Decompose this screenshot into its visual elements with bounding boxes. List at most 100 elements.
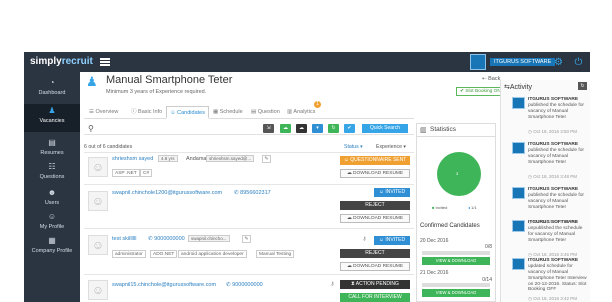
activity-text: updated schedule for vacancy of Manual S… <box>528 264 587 293</box>
pie-slice-label: 3 <box>456 171 459 176</box>
company-name[interactable]: ITGURUS SOFTWARE <box>490 58 556 66</box>
question-icon: ▤ <box>251 109 258 115</box>
refresh-icon[interactable]: ↻ <box>578 82 587 90</box>
sidebar-item-company-profile[interactable]: ▦ Company Profile <box>24 236 80 266</box>
status-badge[interactable]: ☺ INVITED <box>374 188 410 197</box>
vacancy-icon: ♟ <box>48 106 56 115</box>
activity-company: ITGURUS SOFTWARE <box>528 142 579 147</box>
statistics-pie-chart[interactable] <box>437 152 481 196</box>
edit-icon[interactable]: ✎ <box>262 155 271 163</box>
brand-logo[interactable]: simplyrecruit <box>30 56 93 67</box>
candidate-name[interactable]: test skillllll <box>112 236 136 242</box>
activity-time: ◷ Oct 18, 2016 3:50 PM <box>528 129 577 134</box>
tab-analytics[interactable]: ▥ Analytics <box>284 106 318 118</box>
reject-button[interactable]: REJECT <box>340 249 410 258</box>
activity-text: published the schedule for vacancy of Ma… <box>528 148 585 165</box>
skill-tag: C# <box>140 169 153 177</box>
hamburger-menu-icon[interactable] <box>100 58 110 66</box>
skill-tag: Manual Testing <box>256 250 295 258</box>
app-window: simplyrecruit ITGURUS SOFTWARE ⚙ ⏻ ◔ Dash… <box>0 0 612 302</box>
users-icon: ☻ <box>47 188 57 197</box>
vacancy-icon: ♟ <box>86 74 98 89</box>
page-subtitle: Minimum 3 years of Experience required. <box>106 89 207 95</box>
sidebar-item-my-profile[interactable]: ☺ My Profile <box>24 212 80 232</box>
phone-number: ✆ 8956602317 <box>234 190 271 196</box>
sidebar-item-questions[interactable]: ☷ Questions <box>24 162 80 182</box>
tab-candidates[interactable]: ☺ Candidates <box>166 106 209 119</box>
sidebar-item-users[interactable]: ☻ Users <box>24 188 80 208</box>
contact-text: swapnil.chincho... <box>188 235 230 242</box>
tab-basic-info[interactable]: ⓘ Basic Info <box>128 106 165 118</box>
sort-experience-dropdown[interactable]: Experience ▾ <box>376 144 406 150</box>
edit-icon[interactable]: ✎ <box>242 235 251 243</box>
legend-invited: ■ Invited <box>432 205 448 210</box>
company-logo-icon <box>470 54 486 70</box>
info-icon: ⓘ <box>131 109 139 115</box>
sidebar-item-resumes[interactable]: ▤ Resumes <box>24 138 80 158</box>
question-icon: ☷ <box>48 162 56 171</box>
candidate-card[interactable]: ☺ test skillllll ✆ 9000000000 swapnil.ch… <box>84 228 414 274</box>
tab-overview[interactable]: ☰ Overview <box>86 106 121 118</box>
activity-text: published the schedule for vacancy of Ma… <box>528 193 585 210</box>
activity-item: ITGURUS SOFTWARE published the schedule … <box>512 97 588 139</box>
activity-title: ⇆Activity <box>504 84 533 91</box>
chevron-down-icon: ▾ <box>358 144 363 150</box>
call-for-interview-button[interactable]: CALL FOR INTERVIEW <box>340 293 410 302</box>
candidate-email[interactable]: swapnil.chinchole1200@itgurussoftware.co… <box>112 190 222 196</box>
activity-company: ITGURUS SOFTWARE <box>528 97 579 102</box>
cloud-upload-icon[interactable]: ☁ <box>296 124 307 133</box>
download-resume-button[interactable]: ☁ DOWNLOAD RESUME <box>340 169 410 178</box>
activity-text: published the schedule for vacancy of Ma… <box>528 103 585 120</box>
view-download-button[interactable]: VIEW & DOWNLOAD <box>422 257 490 265</box>
filter-icon[interactable]: ▾ <box>312 124 323 133</box>
confirmed-progress-bar <box>422 251 490 255</box>
sidebar-item-label: Resumes <box>40 150 64 156</box>
cloud-download-icon[interactable]: ☁ <box>280 124 291 133</box>
profile-icon: ☺ <box>47 212 57 221</box>
contact-text: shrieshsm.sayed@... <box>206 155 255 162</box>
activity-company: ITGURUS SOFTWARE <box>528 187 579 192</box>
company-icon: ▦ <box>48 236 56 245</box>
sidebar-item-vacancies[interactable]: ♟ Vacancies <box>24 104 80 132</box>
sidebar-item-label: My Profile <box>39 224 65 230</box>
back-link[interactable]: ⇠ Back <box>482 76 500 82</box>
tab-question[interactable]: ▤ Question <box>248 106 283 118</box>
reject-button[interactable]: REJECT <box>340 201 410 210</box>
status-badge[interactable]: ☺ QUESTIONNAIRE SENT <box>340 156 410 165</box>
download-resume-button[interactable]: ☁ DOWNLOAD RESUME <box>340 214 410 223</box>
page-title: Manual Smartphone Teter <box>106 74 233 86</box>
settings-gear-icon[interactable]: ⚙ <box>553 57 564 68</box>
search-icon[interactable]: ⚲ <box>88 124 94 133</box>
candidate-card[interactable]: ☺ swapnil15.chinchole@itgurussoftware.co… <box>84 274 414 302</box>
sort-status-dropdown[interactable]: Status ▾ <box>344 144 363 150</box>
activity-item: ITGURUS SOFTWARE published the schedule … <box>512 142 588 184</box>
sidebar-item-label: Vacancies <box>39 118 65 124</box>
candidate-card[interactable]: ☺ swapnil.chinchole1200@itgurussoftware.… <box>84 184 414 228</box>
statistics-icon: ▥ <box>420 127 427 134</box>
sidebar-item-label: Dashboard <box>38 90 66 96</box>
calendar-icon: ▦ <box>213 109 220 115</box>
refresh-icon[interactable]: ↻ <box>328 124 339 133</box>
phone-number: ✆ 9000000000 <box>148 236 185 242</box>
confirmed-progress-bar <box>422 283 490 287</box>
status-badge[interactable]: ☺ INVITED <box>374 236 410 245</box>
quick-search-button[interactable]: Quick Search <box>362 124 408 133</box>
download-resume-button[interactable]: ☁ DOWNLOAD RESUME <box>340 262 410 271</box>
power-icon[interactable]: ⏻ <box>573 57 584 68</box>
dashboard-icon: ◔ <box>49 78 55 87</box>
candidate-name[interactable]: shrieshsm sayed <box>112 156 153 162</box>
candidate-card[interactable]: ☺ shrieshsm sayed 4.8 yrs Andaman shries… <box>84 152 414 184</box>
key-icon[interactable]: ⚷ <box>328 281 337 289</box>
vacancy-tabs: ☰ Overview ⓘ Basic Info ☺ Candidates ▦ S… <box>84 106 414 119</box>
select-all-icon[interactable]: ✔ <box>344 124 355 133</box>
tab-schedule[interactable]: ▦ Schedule <box>210 106 246 118</box>
activity-item: ITGURUS SOFTWARE updated schedule for va… <box>512 258 588 302</box>
slot-booking-toggle[interactable]: ✔ Slot Booking ON <box>456 87 505 96</box>
candidate-email[interactable]: swapnil15.chinchole@itgurussoftware.com <box>112 282 216 288</box>
company-logo-icon <box>512 97 525 109</box>
status-badge[interactable]: ⧗ ACTION PENDING <box>340 280 410 289</box>
export-icon[interactable]: ⇲ <box>263 124 274 133</box>
key-icon[interactable]: ⚷ <box>360 236 369 244</box>
view-download-button[interactable]: VIEW & DOWNLOAD <box>422 289 490 297</box>
sidebar-item-dashboard[interactable]: ◔ Dashboard <box>24 78 80 100</box>
